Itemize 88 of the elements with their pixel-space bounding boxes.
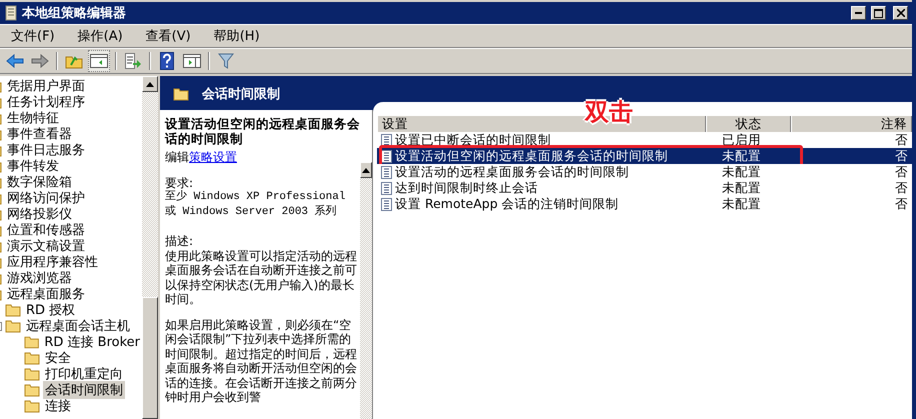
setting-name: 达到时间限制时终止会话 bbox=[395, 180, 538, 197]
description-text: 使用此策略设置可以指定活动的远程桌面服务会话在自动断开连接之前可以保持空闲状态(无用户输入)的最长时间。 bbox=[165, 248, 358, 306]
setting-name: 设置活动的远程桌面服务会话的时间限制 bbox=[395, 164, 629, 181]
policy-title: 设置活动但空闲的远程桌面服务会话的时间限制 bbox=[164, 115, 361, 148]
back-arrow-icon bbox=[6, 54, 24, 68]
folder-icon bbox=[5, 319, 21, 333]
column-header[interactable]: 状态 bbox=[706, 116, 791, 132]
document-icon bbox=[381, 150, 392, 163]
export-list-icon bbox=[124, 53, 142, 69]
folder-icon bbox=[5, 303, 21, 317]
menu-item[interactable]: 文件(F) bbox=[6, 27, 63, 45]
scrollbar[interactable] bbox=[360, 162, 372, 419]
menu-item[interactable]: 操作(A) bbox=[72, 27, 131, 45]
scroll-up-button[interactable] bbox=[142, 76, 158, 92]
folder-icon bbox=[24, 335, 40, 349]
close-button[interactable] bbox=[893, 6, 908, 20]
tree-item[interactable]: 数字保险箱 bbox=[5, 173, 74, 191]
policy-settings-link[interactable]: 策略设置 bbox=[189, 150, 237, 164]
tree-item[interactable]: 事件转发 bbox=[5, 157, 61, 175]
state-cell-text: 未配置 bbox=[721, 196, 762, 213]
tree-item[interactable]: 事件日志服务 bbox=[5, 141, 87, 159]
maximize-button[interactable] bbox=[871, 6, 886, 20]
tree-item[interactable]: 连接 bbox=[43, 397, 73, 415]
comment-cell-text: 否 bbox=[894, 180, 909, 197]
scroll-thumb[interactable] bbox=[142, 297, 158, 419]
tree-item[interactable]: 远程桌面会话主机 bbox=[24, 317, 132, 335]
scrollbar[interactable] bbox=[142, 76, 158, 419]
setting-name: 设置 RemoteApp 会话的注销时间限制 bbox=[395, 196, 619, 213]
setting-name: 设置活动但空闲的远程桌面服务会话的时间限制 bbox=[395, 148, 668, 165]
document-icon bbox=[381, 134, 392, 147]
tree-item[interactable]: RD 授权 bbox=[24, 301, 78, 319]
tree-item[interactable]: 网络投影仪 bbox=[5, 205, 74, 223]
state-cell-text: 未配置 bbox=[721, 148, 762, 165]
state-cell-text: 未配置 bbox=[721, 180, 762, 197]
comment-cell-text: 否 bbox=[894, 132, 909, 149]
tree-item[interactable]: 会话时间限制 bbox=[43, 381, 125, 399]
up-arrow-icon bbox=[362, 168, 370, 172]
tree-item[interactable]: 应用程序兼容性 bbox=[5, 253, 100, 271]
action-pane-icon bbox=[183, 54, 201, 68]
up-arrow-icon bbox=[146, 82, 154, 86]
toolbar-button[interactable] bbox=[88, 50, 110, 72]
comment-cell-text: 否 bbox=[894, 164, 909, 181]
folder-icon bbox=[24, 399, 40, 413]
section-title: 会话时间限制 bbox=[202, 86, 280, 103]
minimize-icon bbox=[855, 12, 862, 14]
close-icon bbox=[896, 9, 904, 17]
tree-item[interactable]: 网络访问保护 bbox=[5, 189, 87, 207]
edit-label: 编辑 bbox=[165, 150, 189, 164]
tree-item[interactable]: 生物特征 bbox=[5, 109, 61, 127]
comment-cell-text: 否 bbox=[894, 196, 909, 213]
tree-item[interactable]: 安全 bbox=[43, 349, 73, 367]
requirements-label: 要求: bbox=[165, 176, 194, 190]
window-title: 本地组策略编辑器 bbox=[22, 4, 127, 22]
tree-item[interactable]: 任务计划程序 bbox=[5, 93, 87, 111]
tree-item[interactable]: 凭据用户界面 bbox=[5, 77, 87, 95]
document-icon bbox=[381, 182, 392, 195]
description-text: 如果启用此策略设置，则必须在“空闲会话限制”下拉列表中选择所需的时间限制。超过指定的时间后，远程桌面服务将自动断开活动但空闲的会话的连接。在会话断开连接之前两分钟时用户会收到警 bbox=[165, 318, 358, 404]
folder-icon bbox=[172, 87, 190, 101]
folder-icon bbox=[24, 367, 40, 381]
tree-item[interactable]: 远程桌面服务 bbox=[5, 285, 87, 303]
requirement-text: 至少 Windows XP Professional bbox=[165, 190, 346, 204]
tree-item[interactable]: RD 连接 Broker bbox=[42, 333, 142, 351]
scroll-icon bbox=[4, 5, 18, 21]
filter-icon bbox=[218, 53, 234, 69]
help-icon bbox=[160, 52, 174, 70]
tree-item[interactable]: 打印机重定向 bbox=[43, 365, 125, 383]
menu-item[interactable]: 查看(V) bbox=[140, 27, 199, 45]
tree-item[interactable]: 事件查看器 bbox=[5, 125, 74, 143]
list-row[interactable]: 设置活动但空闲的远程桌面服务会话的时间限制 未配置 否 bbox=[377, 148, 912, 164]
column-header[interactable]: 注释 bbox=[791, 116, 912, 132]
maximize-icon bbox=[874, 8, 883, 18]
tree-item[interactable]: 位置和传感器 bbox=[5, 221, 87, 239]
toolbar-button[interactable] bbox=[122, 50, 144, 72]
forward-arrow-icon bbox=[31, 54, 49, 68]
requirement-text: 或 Windows Server 2003 系列 bbox=[165, 204, 338, 219]
state-cell-text: 未配置 bbox=[721, 164, 762, 181]
tree-item[interactable]: 演示文稿设置 bbox=[5, 237, 87, 255]
folder-icon bbox=[24, 351, 40, 365]
description-label: 描述: bbox=[165, 234, 194, 248]
document-icon bbox=[381, 166, 392, 179]
pane-toggle-icon bbox=[90, 54, 108, 68]
folder-icon bbox=[24, 383, 40, 397]
tree-item[interactable]: 游戏浏览器 bbox=[5, 269, 74, 287]
menu-item[interactable]: 帮助(H) bbox=[208, 27, 268, 45]
comment-cell-text: 否 bbox=[894, 148, 909, 165]
minimize-button[interactable] bbox=[851, 6, 866, 20]
document-icon bbox=[381, 198, 392, 211]
scroll-up-button[interactable] bbox=[360, 162, 372, 178]
